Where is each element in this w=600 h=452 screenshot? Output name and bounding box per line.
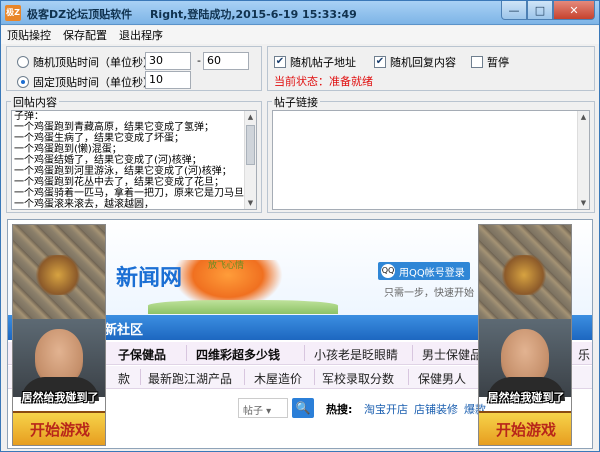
reply-line: 一个鸡蛋跑到河里游泳，结果它变成了(河)核弹； <box>14 166 232 177</box>
ad-start-game-label: 开始游戏 <box>29 421 90 439</box>
site-logo[interactable]: 新闻网 <box>116 260 182 292</box>
reply-content-textarea[interactable]: 子弹： 一个鸡蛋跑到青藏高原，结果它变成了氢弹； 一个鸡蛋生病了，结果它变成了坏蛋；… <box>11 110 257 210</box>
qq-login-hint: 只需一步，快速开始 <box>384 288 474 299</box>
random-post-url-checkbox[interactable]: ✔ 随机帖子地址 <box>274 54 356 70</box>
post-links-group: ▲ ▼ <box>267 101 595 213</box>
menu-item-exit[interactable]: 退出程序 <box>119 27 163 43</box>
ad-banner-left[interactable]: 居然给我碰到了 开始游戏 <box>12 224 106 446</box>
random-max-input[interactable]: 60 <box>203 52 249 70</box>
link-item[interactable]: 款 <box>118 370 130 387</box>
link-item[interactable]: 军校录取分数 <box>322 370 394 387</box>
random-post-url-box[interactable]: ✔ <box>274 56 286 68</box>
fixed-time-radio-circle[interactable] <box>17 76 29 88</box>
random-time-radio[interactable]: 随机顶贴时间（单位秒） <box>17 54 154 70</box>
pause-box[interactable] <box>471 56 483 68</box>
random-time-label: 随机顶贴时间（单位秒） <box>33 56 154 69</box>
pause-label: 暂停 <box>487 56 509 69</box>
qq-login-button[interactable]: QQ 用QQ帐号登录 <box>378 262 470 280</box>
app-window: 极Z 极客DZ论坛顶贴软件 Right,登陆成功,2015-6-19 15:33… <box>0 0 600 452</box>
post-links-textarea[interactable]: ▲ ▼ <box>272 110 590 210</box>
reply-line: 一个鸡蛋滚来滚去，越滚越圆， <box>14 199 154 210</box>
window-controls: — □ ✕ <box>501 1 595 21</box>
random-time-radio-circle[interactable] <box>17 56 29 68</box>
random-min-input[interactable]: 30 <box>145 52 191 70</box>
reply-line: 一个鸡蛋跑到(懒)混蛋； <box>14 144 122 155</box>
scroll-up-arrow-icon[interactable]: ▲ <box>578 111 589 123</box>
scroll-down-arrow-icon[interactable]: ▼ <box>245 197 256 209</box>
ad-caption: 居然给我碰到了 <box>21 391 99 404</box>
random-reply-checkbox[interactable]: ✔ 随机回复内容 <box>374 54 456 70</box>
reply-line: 一个鸡蛋骑着一匹马，拿着一把刀，原来它是刀马旦； <box>14 188 254 199</box>
link-item[interactable]: 保健男人 <box>418 370 466 387</box>
menu-bar: 顶贴操控 保存配置 退出程序 <box>1 26 599 44</box>
post-links-title: 帖子链接 <box>272 94 320 110</box>
close-button[interactable]: ✕ <box>553 1 595 20</box>
random-reply-box[interactable]: ✔ <box>374 56 386 68</box>
web-preview[interactable]: 新闻网 放飞心情 QQ 用QQ帐号登录 只需一步，快速开始 新社区 子保健品 四… <box>7 219 593 449</box>
scroll-up-arrow-icon[interactable]: ▲ <box>245 111 256 123</box>
reply-scrollbar[interactable]: ▲ ▼ <box>244 111 256 209</box>
site-slogan: 放飞心情 <box>208 261 245 271</box>
login-status: Right,登陆成功,2015-6-19 15:33:49 <box>149 8 357 21</box>
fixed-time-input[interactable]: 10 <box>145 71 191 89</box>
nav-tab-new-community[interactable]: 新社区 <box>104 319 143 338</box>
window-title: 极客DZ论坛顶贴软件 Right,登陆成功,2015-6-19 15:33:49 <box>27 6 357 22</box>
link-item[interactable]: 乐 <box>578 346 590 363</box>
ad-caption: 居然给我碰到了 <box>487 391 565 404</box>
reply-line: 一个鸡蛋生病了，结果它变成了坏蛋； <box>14 133 184 144</box>
ad-start-game-button[interactable]: 开始游戏 <box>13 411 105 445</box>
reply-content-group: 子弹： 一个鸡蛋跑到青藏高原，结果它变成了氢弹； 一个鸡蛋生病了，结果它变成了坏蛋；… <box>6 101 262 213</box>
maximize-button[interactable]: □ <box>527 1 553 20</box>
hot-search-link[interactable]: 淘宝开店 <box>364 401 408 417</box>
app-title: 极客DZ论坛顶贴软件 <box>27 8 133 21</box>
ad-game-art <box>479 225 571 319</box>
menu-item-save-config[interactable]: 保存配置 <box>63 27 107 43</box>
menu-item-control[interactable]: 顶贴操控 <box>7 27 51 43</box>
link-item[interactable]: 最新跑江湖产品 <box>148 370 232 387</box>
search-icon[interactable]: 🔍 <box>292 398 314 418</box>
reply-content-lines: 子弹： 一个鸡蛋跑到青藏高原，结果它变成了氢弹； 一个鸡蛋生病了，结果它变成了坏蛋；… <box>12 111 256 210</box>
current-state: 当前状态：准备就绪 <box>274 75 373 88</box>
random-post-url-label: 随机帖子地址 <box>290 56 356 69</box>
hot-search-label: 热搜: <box>326 403 353 416</box>
scroll-thumb[interactable] <box>246 125 255 165</box>
ad-game-art <box>13 225 105 319</box>
hot-search-link[interactable]: 店铺装修 <box>414 401 458 417</box>
reply-line: 一个鸡蛋跑到花丛中去了，结果它变成了花旦； <box>14 177 224 188</box>
title-bar[interactable]: 极Z 极客DZ论坛顶贴软件 Right,登陆成功,2015-6-19 15:33… <box>1 1 599 25</box>
random-reply-label: 随机回复内容 <box>390 56 456 69</box>
link-item[interactable]: 男士保健品 <box>422 346 482 363</box>
link-item[interactable]: 四维彩超多少钱 <box>196 346 280 363</box>
qq-login-label: 用QQ帐号登录 <box>399 267 465 279</box>
fixed-time-radio[interactable]: 固定顶贴时间（单位秒） <box>17 74 154 90</box>
pause-checkbox[interactable]: 暂停 <box>471 54 509 70</box>
ad-start-game-button[interactable]: 开始游戏 <box>479 411 571 445</box>
site-search-input[interactable]: 帖子 ▾ <box>238 398 288 418</box>
app-icon: 极Z <box>5 5 21 21</box>
link-item[interactable]: 木屋造价 <box>254 370 302 387</box>
links-scrollbar[interactable]: ▲ ▼ <box>577 111 589 209</box>
reply-line: 子弹： <box>14 111 44 122</box>
reply-line: 一个鸡蛋跑到青藏高原，结果它变成了氢弹； <box>14 122 214 133</box>
link-item[interactable]: 小孩老是眨眼睛 <box>314 346 398 363</box>
scroll-down-arrow-icon[interactable]: ▼ <box>578 197 589 209</box>
minimize-button[interactable]: — <box>501 1 527 20</box>
reply-line: 一个鸡蛋结婚了，结果它变成了(河)核弹； <box>14 155 202 166</box>
options-panel: ✔ 随机帖子地址 ✔ 随机回复内容 暂停 当前状态：准备就绪 <box>267 46 595 91</box>
ad-banner-right[interactable]: 居然给我碰到了 开始游戏 <box>478 224 572 446</box>
link-item[interactable]: 子保健品 <box>118 346 166 363</box>
qq-icon: QQ <box>381 264 395 278</box>
range-dash: - <box>197 54 201 67</box>
fixed-time-label: 固定顶贴时间（单位秒） <box>33 76 154 89</box>
reply-content-title: 回帖内容 <box>11 94 59 110</box>
ad-start-game-label: 开始游戏 <box>495 421 556 439</box>
grass-illustration <box>148 300 338 314</box>
timing-panel: 随机顶贴时间（单位秒） 30 - 60 固定顶贴时间（单位秒） 10 <box>6 46 262 91</box>
